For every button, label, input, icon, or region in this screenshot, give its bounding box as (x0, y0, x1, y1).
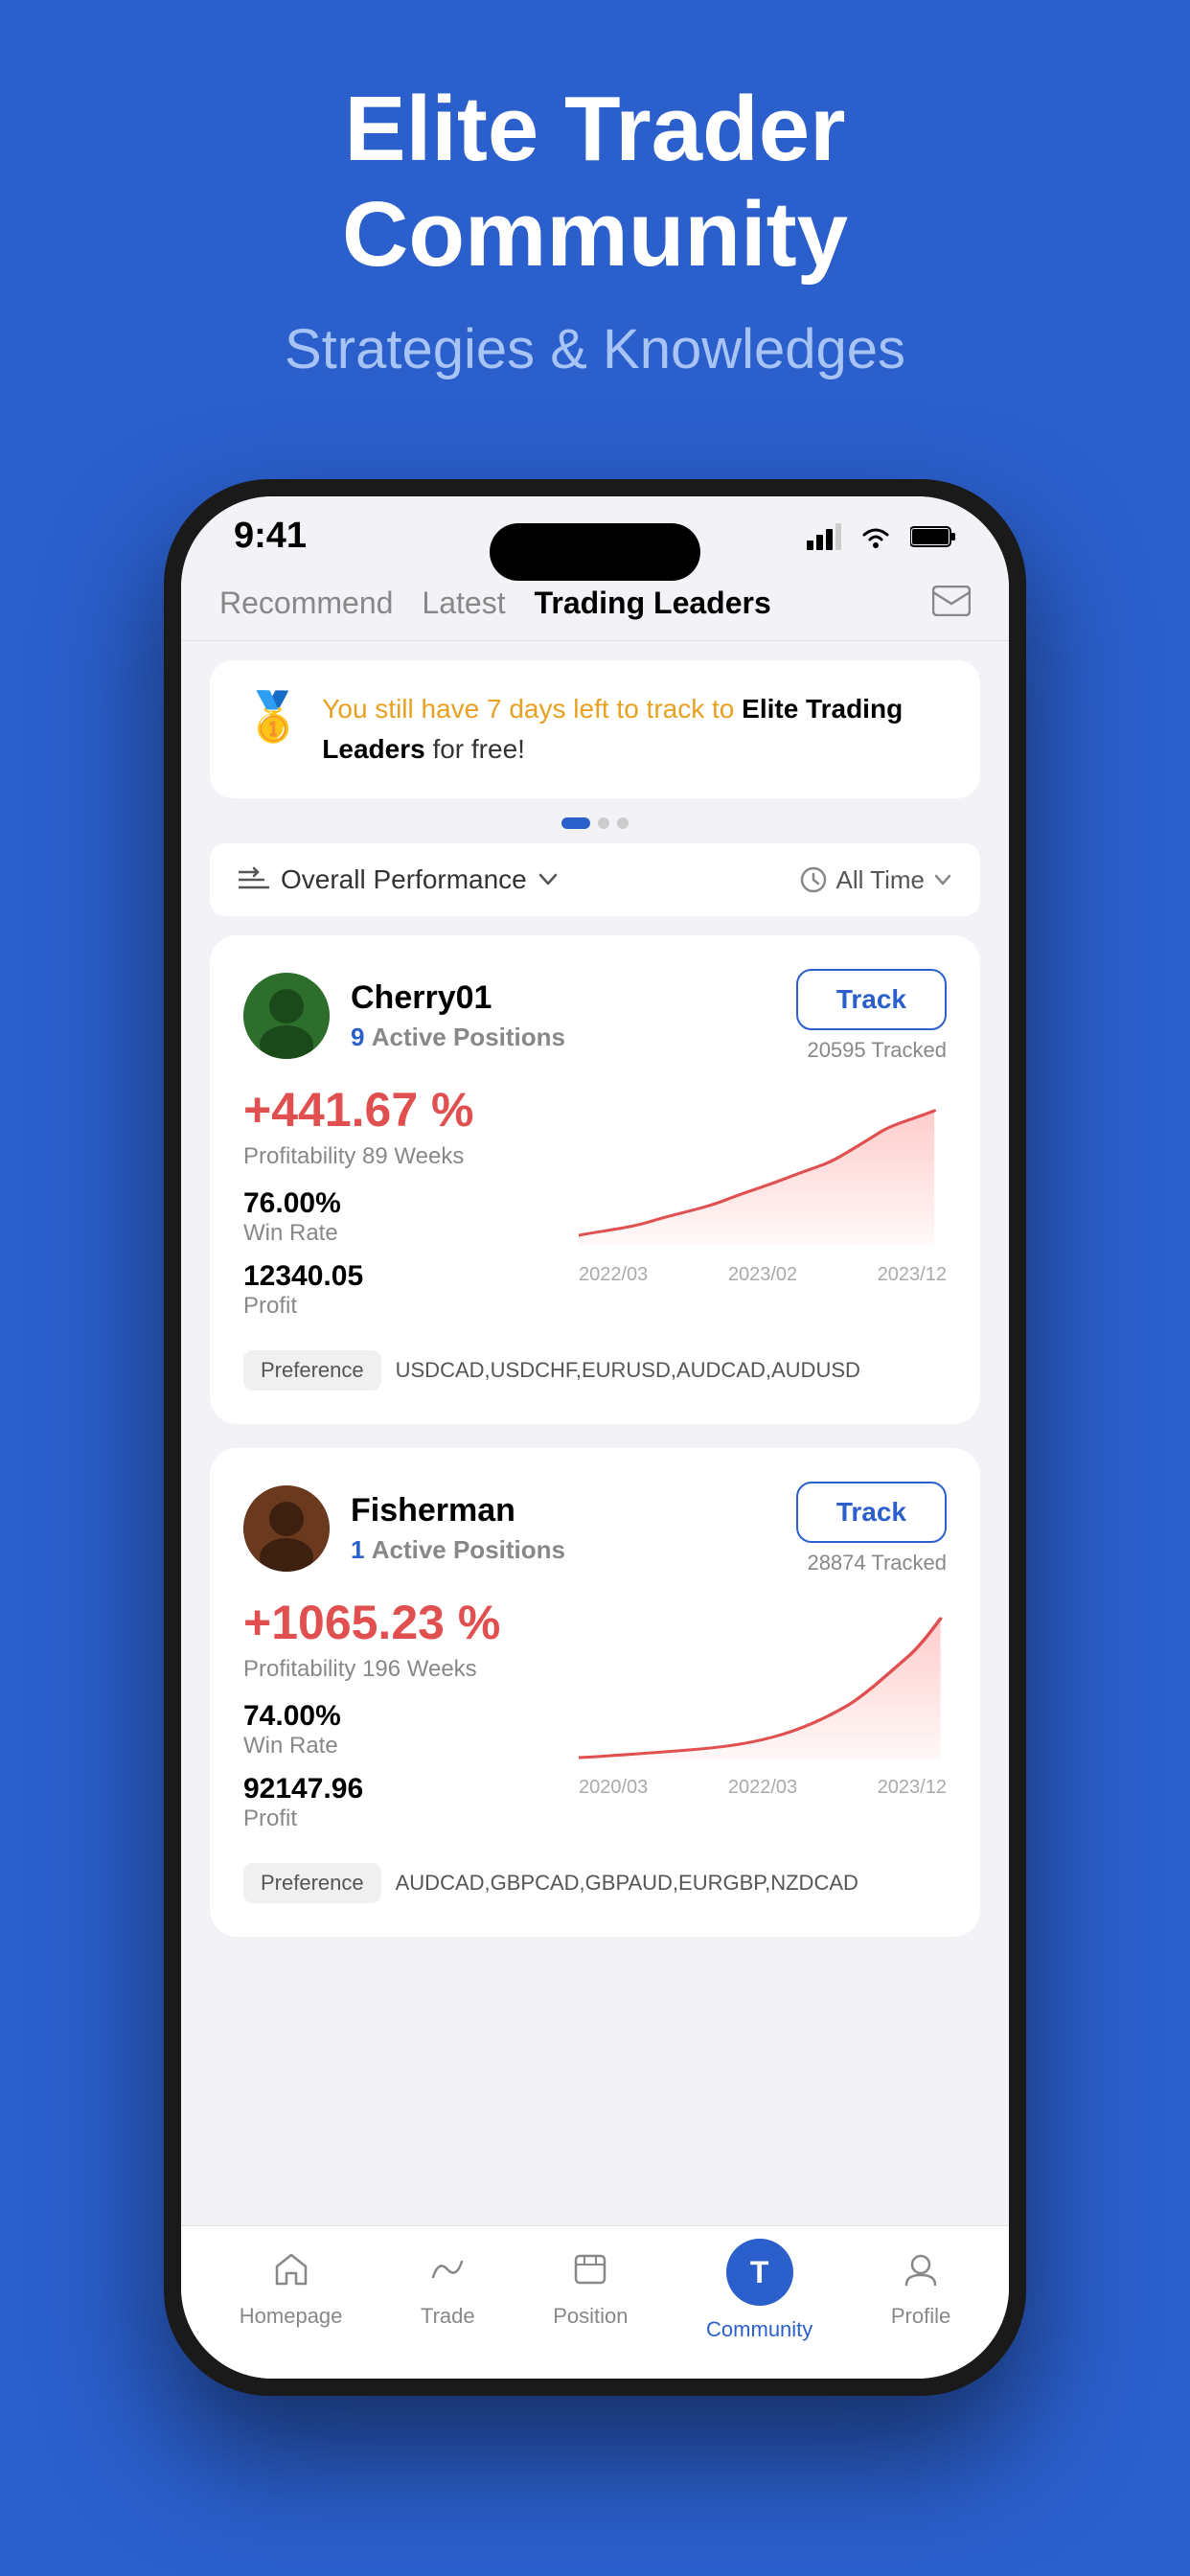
bottom-nav: Homepage Trade (181, 2225, 1009, 2379)
dynamic-island (490, 523, 700, 581)
profitability-label: Profitability 89 Weeks (243, 1143, 550, 1170)
avatar-cherry01 (243, 973, 330, 1059)
status-icons (807, 523, 956, 550)
win-rate-value-fisherman: 74.00% (243, 1700, 550, 1733)
preference-row-fisherman: Preference AUDCAD,GBPCAD,GBPAUD,EURGBP,N… (243, 1863, 947, 1903)
chart-cherry01: 2022/03 2023/02 2023/12 (579, 1082, 947, 1286)
medal-icon: 🥇 (243, 689, 303, 746)
trader-name: Cherry01 (351, 979, 565, 1017)
hero-section: Elite Trader Community Strategies & Know… (0, 0, 1190, 439)
dot-2 (598, 817, 609, 829)
sort-label: Overall Performance (281, 864, 527, 895)
clock-icon (800, 866, 827, 893)
win-rate-label-fisherman: Win Rate (243, 1733, 550, 1760)
trader-positions: 9 Active Positions (351, 1023, 565, 1052)
trade-label: Trade (421, 2304, 475, 2329)
community-label: Community (706, 2317, 812, 2342)
carousel-dots (210, 817, 980, 829)
profile-label: Profile (891, 2304, 950, 2329)
trader-info: Cherry01 9 Active Positions (243, 973, 565, 1059)
nav-item-profile[interactable]: Profile (891, 2252, 950, 2329)
tab-recommend[interactable]: Recommend (219, 586, 393, 621)
homepage-label: Homepage (240, 2304, 343, 2329)
dot-1 (561, 817, 590, 829)
sort-chevron-icon (538, 873, 558, 886)
nav-item-homepage[interactable]: Homepage (240, 2252, 343, 2329)
win-rate-label: Win Rate (243, 1220, 550, 1247)
nav-item-trade[interactable]: Trade (421, 2252, 475, 2329)
hero-subtitle: Strategies & Knowledges (57, 317, 1133, 381)
position-label: Position (553, 2304, 628, 2329)
trader-header-fisherman: Fisherman 1 Active Positions Track 28874… (243, 1482, 947, 1576)
position-icon (572, 2252, 608, 2296)
performance-chart-fisherman (579, 1609, 947, 1762)
tracked-count-cherry01: 20595 Tracked (796, 1038, 947, 1063)
chart-fisherman: 2020/03 2022/03 2023/12 (579, 1595, 947, 1799)
trader-stats-cherry01: +441.67 % Profitability 89 Weeks 76.00% … (243, 1082, 550, 1333)
trader-header: Cherry01 9 Active Positions Track 20595 … (243, 969, 947, 1063)
nav-item-community[interactable]: T Community (706, 2239, 812, 2342)
track-button-cherry01[interactable]: Track (796, 969, 947, 1030)
dot-3 (617, 817, 629, 829)
preference-row-cherry01: Preference USDCAD,USDCHF,EURUSD,AUDCAD,A… (243, 1350, 947, 1391)
time-label: All Time (836, 865, 925, 895)
promo-banner: 🥇 You still have 7 days left to track to… (210, 660, 980, 798)
win-rate-value: 76.00% (243, 1187, 550, 1220)
track-button-fisherman[interactable]: Track (796, 1482, 947, 1543)
chart-dates-cherry01: 2022/03 2023/02 2023/12 (579, 1264, 947, 1286)
banner-text: You still have 7 days left to track to E… (322, 689, 947, 770)
time-chevron-icon (934, 874, 951, 886)
preference-badge: Preference (243, 1350, 381, 1391)
preference-pairs-fisherman: AUDCAD,GBPCAD,GBPAUD,EURGBP,NZDCAD (396, 1871, 947, 1896)
performance-chart-cherry01 (579, 1096, 947, 1250)
preference-badge-fisherman: Preference (243, 1863, 381, 1903)
tab-trading-leaders[interactable]: Trading Leaders (535, 586, 771, 621)
status-time: 9:41 (234, 516, 307, 557)
trader-card-cherry01: Cherry01 9 Active Positions Track 20595 … (210, 935, 980, 1424)
tab-latest[interactable]: Latest (422, 586, 505, 621)
wifi-icon (858, 523, 893, 550)
battery-icon (910, 525, 956, 548)
track-button-wrapper: Track 20595 Tracked (796, 969, 947, 1063)
trader-name-fisherman: Fisherman (351, 1492, 565, 1530)
chart-dates-fisherman: 2020/03 2022/03 2023/12 (579, 1777, 947, 1799)
filter-bar: Overall Performance All Time (210, 843, 980, 916)
sort-icon (239, 866, 269, 893)
preference-pairs: USDCAD,USDCHF,EURUSD,AUDCAD,AUDUSD (396, 1358, 947, 1383)
trader-positions-fisherman: 1 Active Positions (351, 1535, 565, 1565)
hero-title: Elite Trader Community (57, 77, 1133, 288)
profitability-label-fisherman: Profitability 196 Weeks (243, 1656, 550, 1683)
profit-label-fisherman: Profit (243, 1806, 550, 1832)
trader-stats-fisherman: +1065.23 % Profitability 196 Weeks 74.00… (243, 1595, 550, 1846)
profit-value-fisherman: 92147.96 (243, 1773, 550, 1806)
main-content: 🥇 You still have 7 days left to track to… (181, 641, 1009, 2255)
trade-icon (429, 2252, 466, 2296)
mail-icon[interactable] (932, 586, 971, 621)
phone-frame: 9:41 (164, 479, 1026, 2396)
profile-icon (903, 2252, 939, 2296)
phone-screen: 9:41 (181, 496, 1009, 2379)
homepage-icon (273, 2252, 309, 2296)
profit-value: 12340.05 (243, 1260, 550, 1293)
avatar-fisherman (243, 1485, 330, 1572)
track-button-wrapper-fisherman: Track 28874 Tracked (796, 1482, 947, 1576)
tracked-count-fisherman: 28874 Tracked (796, 1551, 947, 1576)
profitability-value-fisherman: +1065.23 % (243, 1595, 550, 1650)
trader-info-fisherman: Fisherman 1 Active Positions (243, 1485, 565, 1572)
filter-sort[interactable]: Overall Performance (239, 864, 558, 895)
signal-icon (807, 523, 841, 550)
profit-label: Profit (243, 1293, 550, 1320)
nav-item-position[interactable]: Position (553, 2252, 628, 2329)
trader-card-fisherman: Fisherman 1 Active Positions Track 28874… (210, 1448, 980, 1937)
phone-wrapper: 9:41 (164, 479, 1026, 2396)
profitability-value: +441.67 % (243, 1082, 550, 1138)
community-icon: T (726, 2239, 793, 2306)
filter-time[interactable]: All Time (800, 865, 951, 895)
